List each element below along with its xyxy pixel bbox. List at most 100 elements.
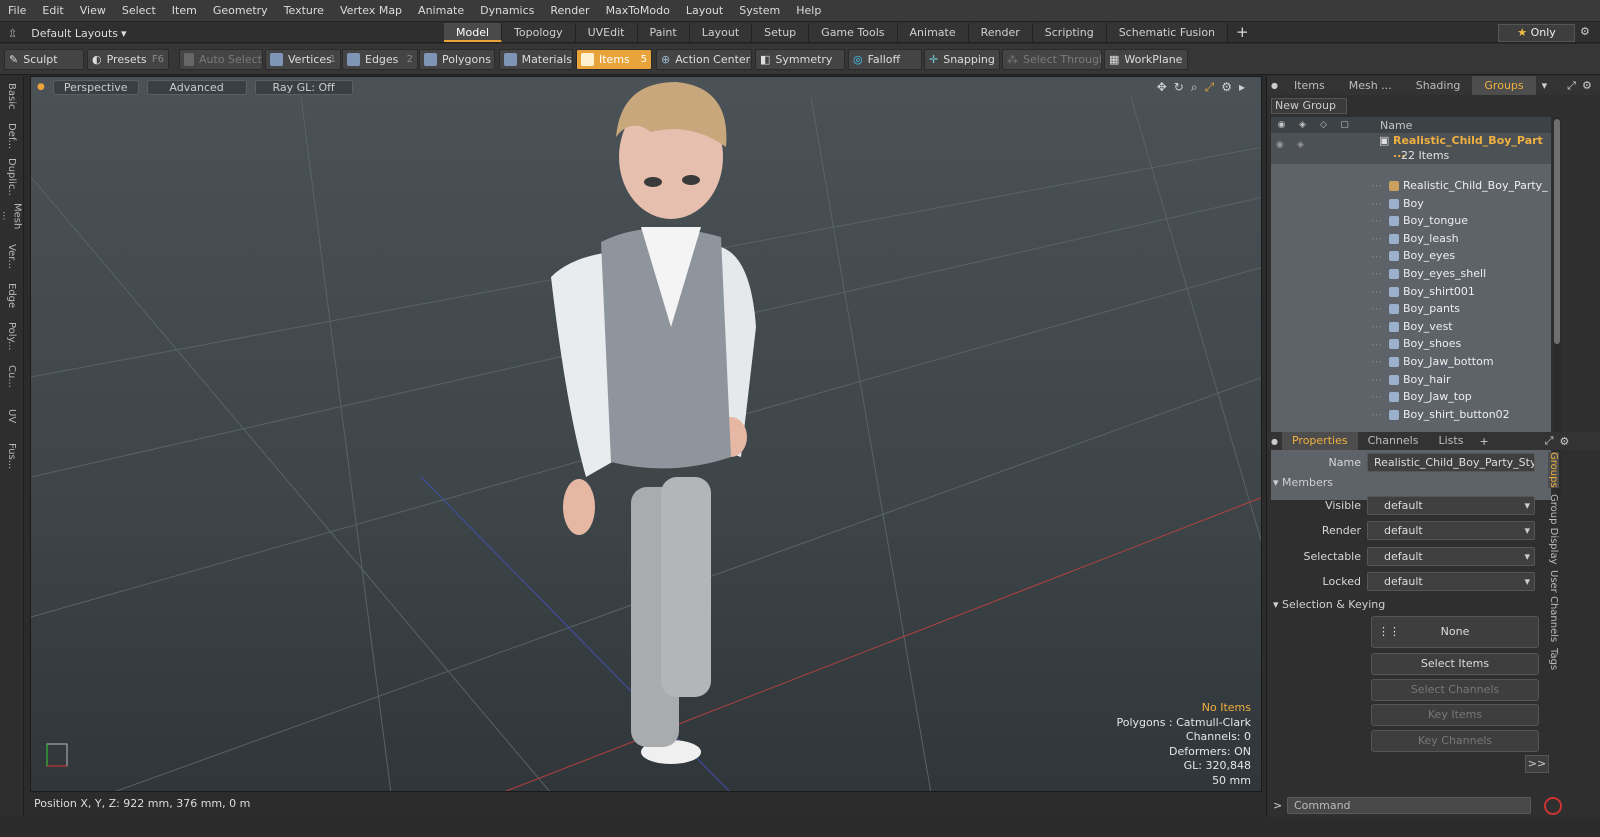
zoom-icon[interactable]: ⌕ [1191, 80, 1198, 95]
materials-button[interactable]: Materials [499, 49, 573, 70]
tab-animate[interactable]: Animate [897, 23, 969, 42]
gear-icon[interactable]: ⚙ [1580, 25, 1590, 38]
auto-select-button[interactable]: Auto Select [179, 49, 263, 70]
items-button[interactable]: Items 5 [576, 49, 652, 70]
name-field[interactable]: Realistic_Child_Boy_Party_Style ( [1367, 453, 1535, 472]
more-button[interactable]: >> [1525, 755, 1549, 773]
left-tab-poly[interactable]: Poly... [6, 316, 17, 356]
tab-layout[interactable]: Layout [689, 23, 753, 42]
left-tab-mesh[interactable]: Mesh ... [1, 196, 23, 236]
vtab-groups[interactable]: Groups [1548, 452, 1559, 488]
menu-view[interactable]: View [72, 4, 114, 17]
command-input[interactable]: Command [1287, 797, 1531, 814]
render-dropdown[interactable]: default ▾ [1367, 521, 1535, 540]
tree-item-row[interactable]: ⋯ Boy_tongue [1271, 212, 1551, 230]
select-channels-button[interactable]: Select Channels [1371, 679, 1539, 701]
left-tab-edge[interactable]: Edge [6, 276, 17, 316]
menu-maxtomodo[interactable]: MaxToModo [598, 4, 678, 17]
left-tab-basic[interactable]: Basic [6, 76, 17, 116]
none-button[interactable]: ⋮⋮ None [1371, 616, 1539, 648]
record-icon[interactable] [1544, 797, 1562, 815]
new-group-button[interactable]: New Group [1271, 98, 1347, 114]
add-tab-icon[interactable]: + [1473, 435, 1494, 448]
group-visible-icon[interactable]: ◉ [1276, 140, 1284, 150]
tab-paint[interactable]: Paint [637, 23, 690, 42]
menu-texture[interactable]: Texture [276, 4, 332, 17]
visible-dropdown[interactable]: default ▾ [1367, 496, 1535, 515]
group-row[interactable]: ◉ ◈ ▣ Realistic_Child_Boy_Part ... 22 It… [1271, 133, 1551, 164]
selection-keying-section[interactable]: ▾ Selection & Keying [1273, 598, 1385, 611]
chevron-down-icon[interactable]: ▾ [1536, 79, 1554, 92]
menu-animate[interactable]: Animate [410, 4, 472, 17]
tree-item-row[interactable]: ⋯ Boy_Jaw_bottom [1271, 353, 1551, 371]
tab-groups[interactable]: Groups [1472, 76, 1536, 95]
tree-item-row[interactable]: ⋯ Boy_shirt001 [1271, 283, 1551, 301]
tab-topology[interactable]: Topology [502, 23, 576, 42]
tree-item-row[interactable]: ⋯ Boy_eyes [1271, 247, 1551, 265]
tab-schematic-fusion[interactable]: Schematic Fusion [1106, 23, 1229, 42]
select-items-button[interactable]: Select Items [1371, 653, 1539, 675]
left-tab-duplicate[interactable]: Duplic... [6, 156, 17, 196]
character-model[interactable] [551, 82, 756, 764]
tree-item-row[interactable]: ⋯ Boy_hair [1271, 371, 1551, 389]
menu-file[interactable]: File [0, 4, 34, 17]
3d-viewport[interactable]: ● Perspective Advanced Ray GL: Off ✥ ↻ ⌕… [30, 76, 1262, 792]
snapping-button[interactable]: ✛ Snapping [924, 49, 1000, 70]
menu-system[interactable]: System [731, 4, 788, 17]
key-items-button[interactable]: Key Items [1371, 704, 1539, 726]
menu-select[interactable]: Select [114, 4, 164, 17]
group-render-icon[interactable]: ◈ [1297, 140, 1304, 150]
tree-item-row[interactable]: ⋯ Boy_Jaw_top [1271, 388, 1551, 406]
workplane-button[interactable]: ▦ WorkPlane [1104, 49, 1188, 70]
tab-channels[interactable]: Channels [1358, 432, 1429, 450]
presets-button[interactable]: ◐ Presets F6 [87, 49, 169, 70]
only-button[interactable]: ★ Only [1498, 24, 1575, 42]
add-tab-icon[interactable]: + [1228, 23, 1257, 42]
symmetry-button[interactable]: ◧ Symmetry [755, 49, 845, 70]
tree-item-row[interactable]: ⋯ Boy_leash [1271, 230, 1551, 248]
menu-vertex-map[interactable]: Vertex Map [332, 4, 410, 17]
tab-setup[interactable]: Setup [752, 23, 810, 42]
move-view-icon[interactable]: ✥ [1157, 80, 1167, 95]
action-center-button[interactable]: ⊕ Action Center [656, 49, 752, 70]
left-tab-curve[interactable]: Cu... [6, 356, 17, 396]
vtab-group-display[interactable]: Group Display [1548, 494, 1559, 564]
vtab-user-channels[interactable]: User Channels [1548, 570, 1559, 642]
tab-model[interactable]: Model [444, 23, 503, 42]
eye-icon[interactable]: ◉ [1271, 120, 1292, 130]
tab-items[interactable]: Items [1282, 76, 1337, 95]
tree-item-row[interactable]: ⋯ Boy_shirt_button02 [1271, 406, 1551, 424]
tree-item-row[interactable]: ⋯ Boy [1271, 195, 1551, 213]
tree-item-row[interactable]: ⋯ Boy_pants [1271, 300, 1551, 318]
panel-gear-icon[interactable]: ⚙ [1582, 79, 1592, 92]
select-through-button[interactable]: ⁂ Select Through [1002, 49, 1102, 70]
advanced-button[interactable]: Advanced [146, 79, 247, 95]
tab-lists[interactable]: Lists [1428, 432, 1473, 450]
expand-icon[interactable]: ⤢ [1567, 79, 1576, 93]
lock-icon[interactable]: ▢ [1334, 120, 1355, 130]
viewport-menu-icon[interactable]: ▸ [1239, 80, 1245, 95]
polygons-button[interactable]: Polygons [419, 49, 495, 70]
edges-button[interactable]: Edges 2 [342, 49, 418, 70]
tree-item-row[interactable]: ⋯ Boy_shoes [1271, 335, 1551, 353]
tab-properties[interactable]: Properties [1281, 432, 1358, 450]
rotate-view-icon[interactable]: ↻ [1174, 80, 1184, 95]
left-tab-fusion[interactable]: Fus... [6, 436, 17, 476]
key-channels-button[interactable]: Key Channels [1371, 730, 1539, 752]
tab-render[interactable]: Render [968, 23, 1033, 42]
tree-item-row[interactable]: ⋯ Boy_eyes_shell [1271, 265, 1551, 283]
render-icon[interactable]: ◈ [1292, 120, 1313, 130]
left-tab-uv[interactable]: UV [6, 396, 17, 436]
tree-item-row[interactable]: ⋯ Realistic_Child_Boy_Party_ ... [1271, 177, 1551, 195]
locked-dropdown[interactable]: default ▾ [1367, 572, 1535, 591]
tree-item-row[interactable]: ⋯ Boy_vest [1271, 318, 1551, 336]
viewport-gear-icon[interactable]: ⚙ [1221, 80, 1232, 95]
expand-icon[interactable]: ⤢ [1545, 434, 1554, 448]
menu-geometry[interactable]: Geometry [205, 4, 276, 17]
left-tab-deform[interactable]: Def... [6, 116, 17, 156]
menu-item[interactable]: Item [164, 4, 205, 17]
menu-help[interactable]: Help [788, 4, 829, 17]
tab-game-tools[interactable]: Game Tools [809, 23, 898, 42]
menu-dynamics[interactable]: Dynamics [472, 4, 542, 17]
vtab-tags[interactable]: Tags [1548, 648, 1559, 670]
